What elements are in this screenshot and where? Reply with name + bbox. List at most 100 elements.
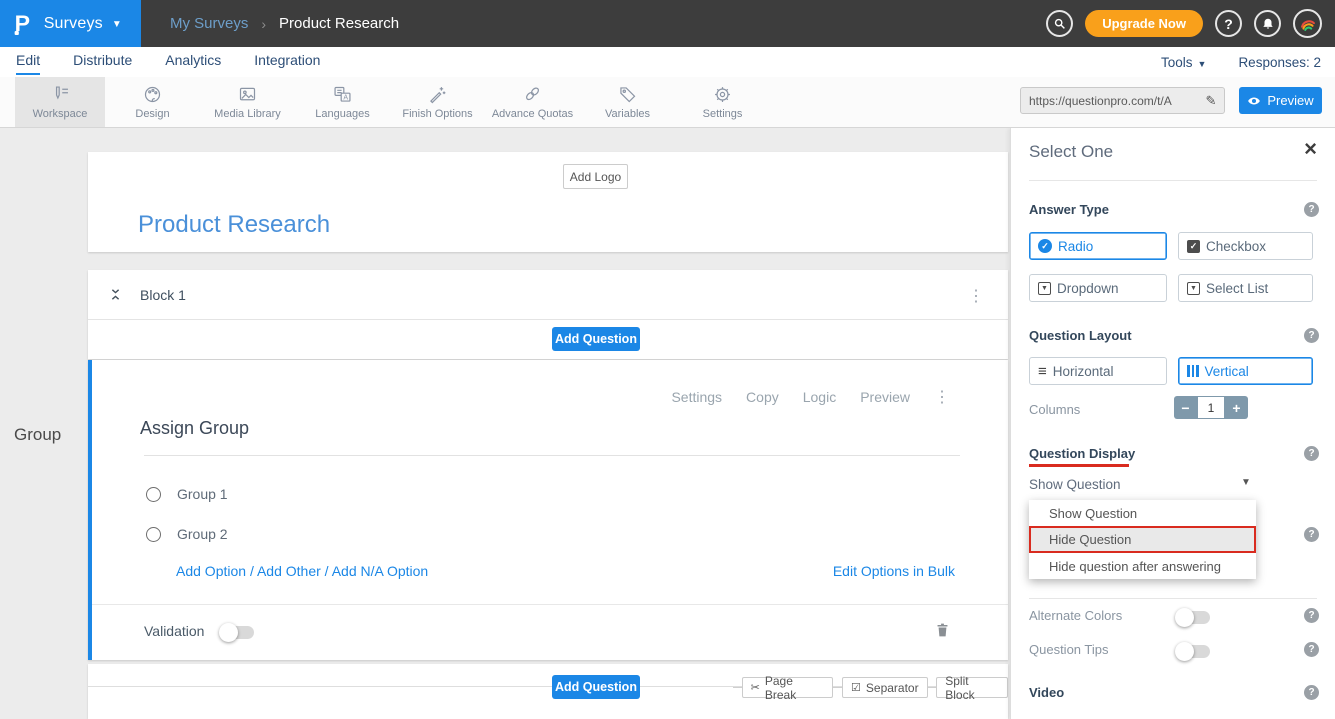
help-button[interactable]: ? xyxy=(1215,10,1242,37)
answer-option-row: Group 1 xyxy=(146,486,228,502)
validation-toggle[interactable] xyxy=(220,626,254,639)
collapse-block-icon[interactable] xyxy=(108,287,123,302)
question-copy-link[interactable]: Copy xyxy=(746,389,779,405)
menu-item-show-question[interactable]: Show Question xyxy=(1029,500,1256,526)
separator-button[interactable]: ☑ Separator xyxy=(842,677,928,698)
panel-divider xyxy=(1029,180,1317,181)
toolbar-item-variables[interactable]: Variables xyxy=(580,77,675,127)
answer-option-label[interactable]: Group 1 xyxy=(177,486,228,502)
split-block-button[interactable]: Split Block xyxy=(936,677,1008,698)
add-option-link[interactable]: Add Option xyxy=(176,563,246,579)
survey-title[interactable]: Product Research xyxy=(138,211,330,239)
columns-minus-button[interactable]: − xyxy=(1174,396,1197,419)
columns-plus-button[interactable]: + xyxy=(1225,396,1248,419)
edit-url-pencil-icon[interactable]: ✎ xyxy=(1198,93,1224,109)
question-circle-icon[interactable]: ? xyxy=(1304,685,1319,700)
toolbar-item-design[interactable]: Design xyxy=(105,77,200,127)
workspace-icon xyxy=(50,84,71,105)
alternate-colors-toggle[interactable] xyxy=(1176,611,1210,624)
languages-icon: A xyxy=(332,84,353,105)
tools-menu[interactable]: Tools▼ xyxy=(1161,55,1206,70)
question-circle-icon[interactable]: ? xyxy=(1304,608,1319,623)
dash-connector xyxy=(733,687,742,688)
block-kebab-menu-icon[interactable]: ⋮ xyxy=(968,286,984,306)
radio-button[interactable] xyxy=(146,487,161,502)
menu-item-hide-after-answering[interactable]: Hide question after answering xyxy=(1029,553,1256,579)
radio-button[interactable] xyxy=(146,527,161,542)
question-circle-icon[interactable]: ? xyxy=(1304,202,1319,217)
radio-check-icon: ✓ xyxy=(1038,239,1052,253)
question-circle-icon[interactable]: ? xyxy=(1304,328,1319,343)
layout-horizontal-button[interactable]: ≡ Horizontal xyxy=(1029,357,1167,385)
question-code-label: Group xyxy=(14,425,61,445)
question-display-heading: Question Display xyxy=(1029,446,1135,461)
caret-down-icon[interactable]: ▼ xyxy=(1241,477,1251,488)
question-title[interactable]: Assign Group xyxy=(140,418,249,439)
menu-item-hide-question[interactable]: Hide Question xyxy=(1029,526,1256,553)
add-na-option-link[interactable]: Add N/A Option xyxy=(332,563,429,579)
columns-value[interactable]: 1 xyxy=(1197,396,1225,419)
dropdown-box-icon: ▼ xyxy=(1187,282,1200,295)
preview-button[interactable]: Preview xyxy=(1239,87,1322,114)
question-actions: Settings Copy Logic Preview ⋮ xyxy=(671,387,950,407)
edit-options-in-bulk-link[interactable]: Edit Options in Bulk xyxy=(833,563,955,579)
add-logo-button[interactable]: Add Logo xyxy=(563,164,628,189)
columns-stepper: − 1 + xyxy=(1174,396,1248,419)
question-circle-icon[interactable]: ? xyxy=(1304,527,1319,542)
caret-down-icon: ▼ xyxy=(1198,59,1207,69)
add-question-button-bottom[interactable]: Add Question xyxy=(552,675,640,699)
avatar-image xyxy=(1297,13,1319,35)
answer-option-label[interactable]: Group 2 xyxy=(177,526,228,542)
toolbar-item-languages[interactable]: A Languages xyxy=(295,77,390,127)
notifications-button[interactable] xyxy=(1254,10,1281,37)
block-title[interactable]: Block 1 xyxy=(140,270,186,320)
alternate-colors-label: Alternate Colors xyxy=(1029,608,1122,623)
toolbar-item-workspace[interactable]: Workspace xyxy=(15,77,105,127)
question-display-select[interactable]: Show Question xyxy=(1029,477,1121,492)
toolbar-item-advance-quotas[interactable]: Advance Quotas xyxy=(485,77,580,127)
responses-count[interactable]: Responses: 2 xyxy=(1238,55,1321,70)
answer-type-dropdown[interactable]: ▼ Dropdown xyxy=(1029,274,1167,302)
survey-url-input[interactable] xyxy=(1021,94,1198,108)
tab-integration[interactable]: Integration xyxy=(254,47,320,75)
answer-type-select-list[interactable]: ▼ Select List xyxy=(1178,274,1313,302)
tab-analytics[interactable]: Analytics xyxy=(165,47,221,75)
breadcrumb-current: Product Research xyxy=(279,15,399,32)
toolbar-item-finish-options[interactable]: Finish Options xyxy=(390,77,485,127)
product-menu[interactable]: P Surveys ▼ xyxy=(0,0,141,47)
question-circle-icon[interactable]: ? xyxy=(1304,642,1319,657)
layout-vertical-button[interactable]: Vertical xyxy=(1178,357,1313,385)
toolbar-item-settings[interactable]: Settings xyxy=(675,77,770,127)
add-question-button-top[interactable]: Add Question xyxy=(552,327,640,351)
toolbar-item-media-library[interactable]: Media Library xyxy=(200,77,295,127)
question-logic-link[interactable]: Logic xyxy=(803,389,836,405)
question-tips-toggle[interactable] xyxy=(1176,645,1210,658)
answer-type-checkbox[interactable]: ✓ Checkbox xyxy=(1178,232,1313,260)
question-settings-link[interactable]: Settings xyxy=(671,389,722,405)
answer-type-radio[interactable]: ✓ Radio xyxy=(1029,232,1167,260)
question-kebab-menu-icon[interactable]: ⋮ xyxy=(934,387,950,407)
search-button[interactable] xyxy=(1046,10,1073,37)
block-header: Block 1 ⋮ xyxy=(88,270,1008,320)
variables-icon xyxy=(617,84,638,105)
tab-distribute[interactable]: Distribute xyxy=(73,47,132,75)
question-preview-link[interactable]: Preview xyxy=(860,389,910,405)
link-separator: / xyxy=(321,563,332,579)
delete-question-trash-icon[interactable] xyxy=(934,621,951,639)
survey-header-card: Add Logo Product Research xyxy=(88,152,1008,252)
close-panel-icon[interactable]: × xyxy=(1304,138,1317,160)
breadcrumb-my-surveys[interactable]: My Surveys xyxy=(170,15,248,32)
top-bar: P Surveys ▼ My Surveys › Product Researc… xyxy=(0,0,1335,47)
breadcrumb: My Surveys › Product Research xyxy=(170,0,399,47)
survey-url-box: ✎ xyxy=(1020,87,1225,114)
toggle-knob xyxy=(1175,608,1194,627)
design-icon xyxy=(142,84,163,105)
upgrade-now-button[interactable]: Upgrade Now xyxy=(1085,10,1203,37)
editor-canvas: Group Add Logo Product Research Block 1 … xyxy=(0,128,1335,719)
tab-edit[interactable]: Edit xyxy=(16,47,40,75)
add-other-link[interactable]: Add Other xyxy=(257,563,321,579)
page-break-button[interactable]: ✂ Page Break xyxy=(742,677,834,698)
question-circle-icon[interactable]: ? xyxy=(1304,446,1319,461)
user-avatar[interactable] xyxy=(1293,9,1322,38)
horizontal-lines-icon: ≡ xyxy=(1038,364,1047,379)
